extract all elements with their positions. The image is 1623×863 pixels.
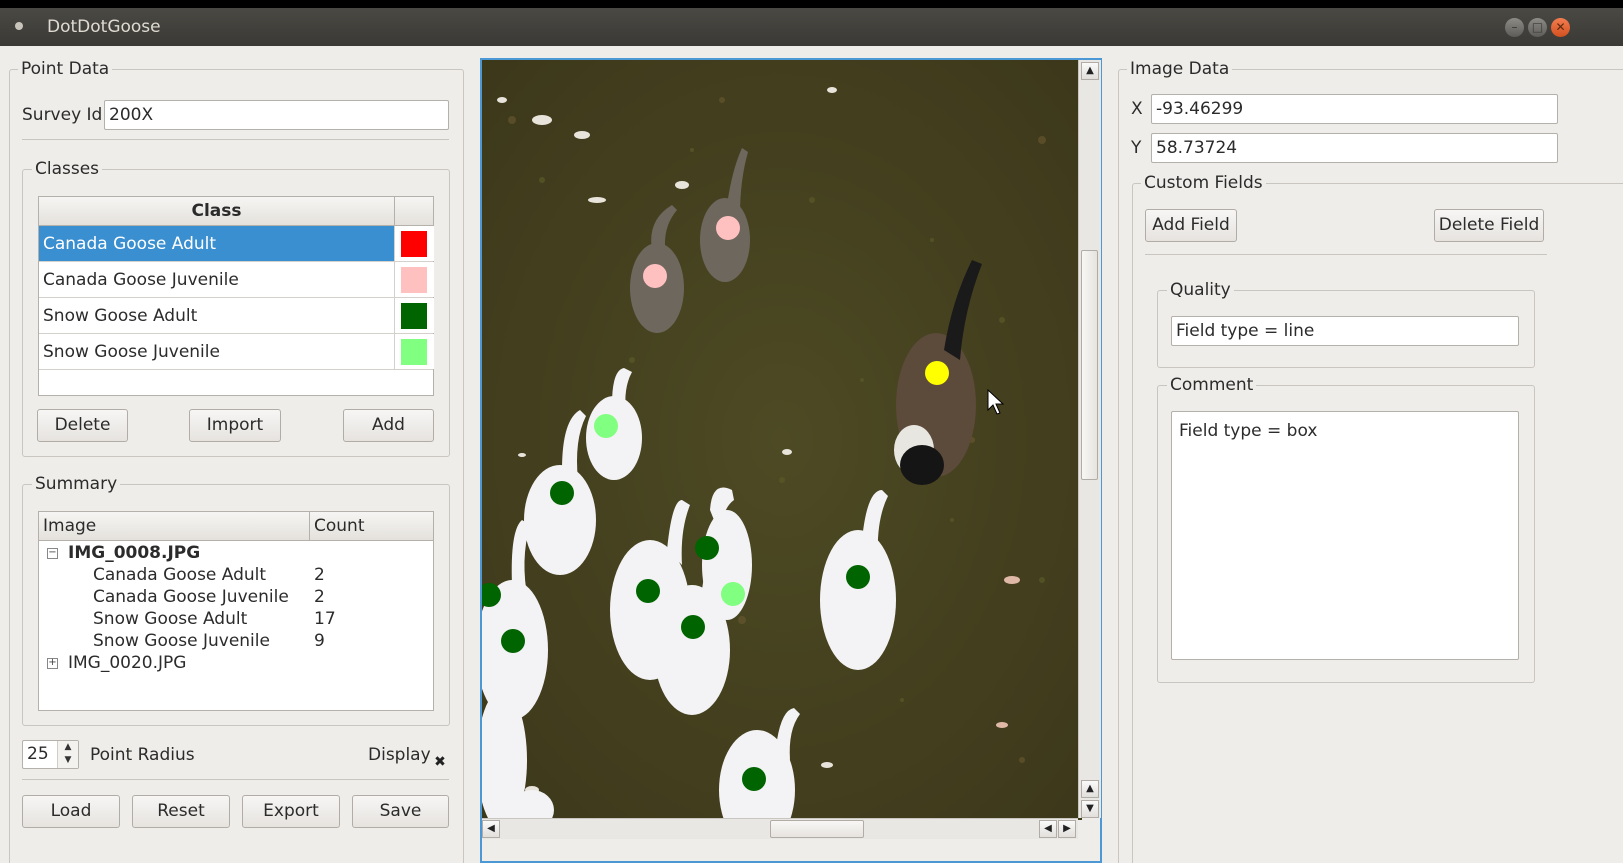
quality-title: Quality — [1167, 279, 1234, 301]
window-title: DotDotGoose — [47, 17, 161, 37]
point-radius-label: Point Radius — [90, 745, 195, 765]
class-color-cell[interactable] — [394, 226, 434, 261]
tree-class-count: 2 — [314, 565, 325, 585]
import-classes-button[interactable]: Import — [189, 409, 281, 442]
tree-class-row[interactable]: Canada Goose Adult — [93, 564, 266, 586]
minimize-icon[interactable]: – — [1505, 18, 1524, 37]
point-radius-value: 25 — [27, 744, 49, 764]
x-label: X — [1131, 99, 1143, 119]
custom-fields-title: Custom Fields — [1141, 172, 1266, 194]
tree-class-name: Canada Goose Juvenile — [93, 587, 289, 607]
x-coordinate-input[interactable]: -93.46299 — [1151, 94, 1558, 124]
title-bar[interactable]: DotDotGoose – □ ✕ — [0, 8, 1623, 46]
vertical-scroll-thumb[interactable] — [1081, 250, 1098, 480]
add-class-button[interactable]: Add — [343, 409, 434, 442]
comment-title: Comment — [1167, 374, 1257, 396]
image-column-header[interactable]: Image — [39, 512, 310, 541]
export-button[interactable]: Export — [242, 795, 340, 828]
load-button[interactable]: Load — [22, 795, 120, 828]
divider — [1145, 254, 1547, 255]
vertical-scrollbar[interactable]: ▲ ▲ ▼ — [1078, 60, 1101, 818]
tree-class-name: Snow Goose Juvenile — [93, 631, 270, 651]
scroll-left-icon[interactable]: ◀ — [1039, 820, 1057, 838]
scroll-up-icon[interactable]: ▲ — [1081, 62, 1099, 80]
y-coordinate-input[interactable]: 58.73724 — [1151, 133, 1558, 163]
spin-arrows-icon[interactable]: ▲ ▼ — [57, 741, 78, 768]
class-color-cell[interactable] — [394, 298, 434, 333]
expand-icon[interactable]: + — [47, 658, 58, 669]
add-field-button[interactable]: Add Field — [1145, 209, 1237, 242]
tree-class-name: Snow Goose Adult — [93, 609, 248, 629]
color-swatch[interactable] — [401, 267, 427, 293]
reset-button[interactable]: Reset — [132, 795, 230, 828]
tree-class-row[interactable]: Snow Goose Adult — [93, 608, 247, 630]
maximize-icon[interactable]: □ — [1528, 18, 1547, 37]
scroll-up-icon[interactable]: ▲ — [1081, 780, 1099, 798]
summary-tree[interactable]: Image Count − IMG_0008.JPG Canada Goose … — [38, 511, 434, 711]
y-label: Y — [1131, 138, 1142, 158]
classes-title: Classes — [32, 158, 103, 180]
tree-class-count: 9 — [314, 631, 325, 651]
color-swatch[interactable] — [401, 339, 427, 365]
class-row[interactable]: Snow Goose Juvenile — [39, 334, 434, 370]
color-swatch[interactable] — [401, 231, 427, 257]
count-column-header[interactable]: Count — [310, 512, 433, 541]
image-data-title: Image Data — [1127, 58, 1233, 80]
image-viewport[interactable] — [480, 58, 1102, 863]
close-icon[interactable]: ✕ — [1551, 18, 1570, 37]
tree-class-row[interactable]: Snow Goose Juvenile — [93, 630, 270, 652]
tree-class-row[interactable]: Canada Goose Juvenile — [93, 586, 289, 608]
tree-image-item[interactable]: IMG_0020.JPG — [68, 652, 186, 674]
scroll-left-icon[interactable]: ◀ — [482, 820, 500, 838]
app-window: DotDotGoose – □ ✕ Point Data Survey Id 2… — [0, 8, 1623, 863]
delete-class-button[interactable]: Delete — [37, 409, 128, 442]
app-menu-icon[interactable] — [15, 22, 23, 30]
delete-field-button[interactable]: Delete Field — [1434, 209, 1544, 242]
color-swatch[interactable] — [401, 303, 427, 329]
horizontal-scroll-thumb[interactable] — [770, 820, 864, 838]
class-name: Snow Goose Adult — [43, 306, 198, 326]
class-row[interactable]: Canada Goose Juvenile — [39, 262, 434, 298]
class-column-header[interactable]: Class — [39, 197, 395, 226]
summary-title: Summary — [32, 473, 121, 495]
class-color-cell[interactable] — [394, 334, 434, 369]
point-data-title: Point Data — [18, 58, 113, 80]
class-color-cell[interactable] — [394, 262, 434, 297]
scroll-right-icon[interactable]: ▶ — [1058, 820, 1076, 838]
survey-id-input[interactable]: 200X — [104, 100, 449, 130]
survey-image[interactable] — [482, 60, 1082, 850]
tree-class-count: 2 — [314, 587, 325, 607]
display-checkbox[interactable]: ✖ — [433, 755, 447, 769]
class-name: Canada Goose Adult — [43, 234, 217, 254]
survey-id-label: Survey Id — [22, 105, 103, 125]
color-column-header[interactable] — [395, 197, 433, 226]
class-row[interactable]: Snow Goose Adult — [39, 298, 434, 334]
save-button[interactable]: Save — [352, 795, 449, 828]
tree-class-count: 17 — [314, 609, 336, 629]
tree-image-item[interactable]: IMG_0008.JPG — [68, 542, 200, 564]
quality-input[interactable]: Field type = line — [1171, 316, 1519, 346]
class-name: Snow Goose Juvenile — [43, 342, 220, 362]
scroll-down-icon[interactable]: ▼ — [1081, 800, 1099, 818]
tree-class-name: Canada Goose Adult — [93, 565, 267, 585]
horizontal-scrollbar[interactable]: ◀ ◀ ▶ — [482, 818, 1078, 839]
class-row[interactable]: Canada Goose Adult — [39, 226, 434, 262]
divider — [22, 139, 449, 140]
point-radius-spinbox[interactable]: 25 ▲ ▼ — [22, 740, 79, 769]
display-label: Display — [368, 745, 431, 765]
collapse-icon[interactable]: − — [47, 548, 58, 559]
classes-table[interactable]: Class Canada Goose Adult Canada Goose Juv… — [38, 196, 434, 396]
comment-textbox[interactable]: Field type = box — [1171, 411, 1519, 660]
divider — [22, 779, 449, 780]
class-name: Canada Goose Juvenile — [43, 270, 239, 290]
